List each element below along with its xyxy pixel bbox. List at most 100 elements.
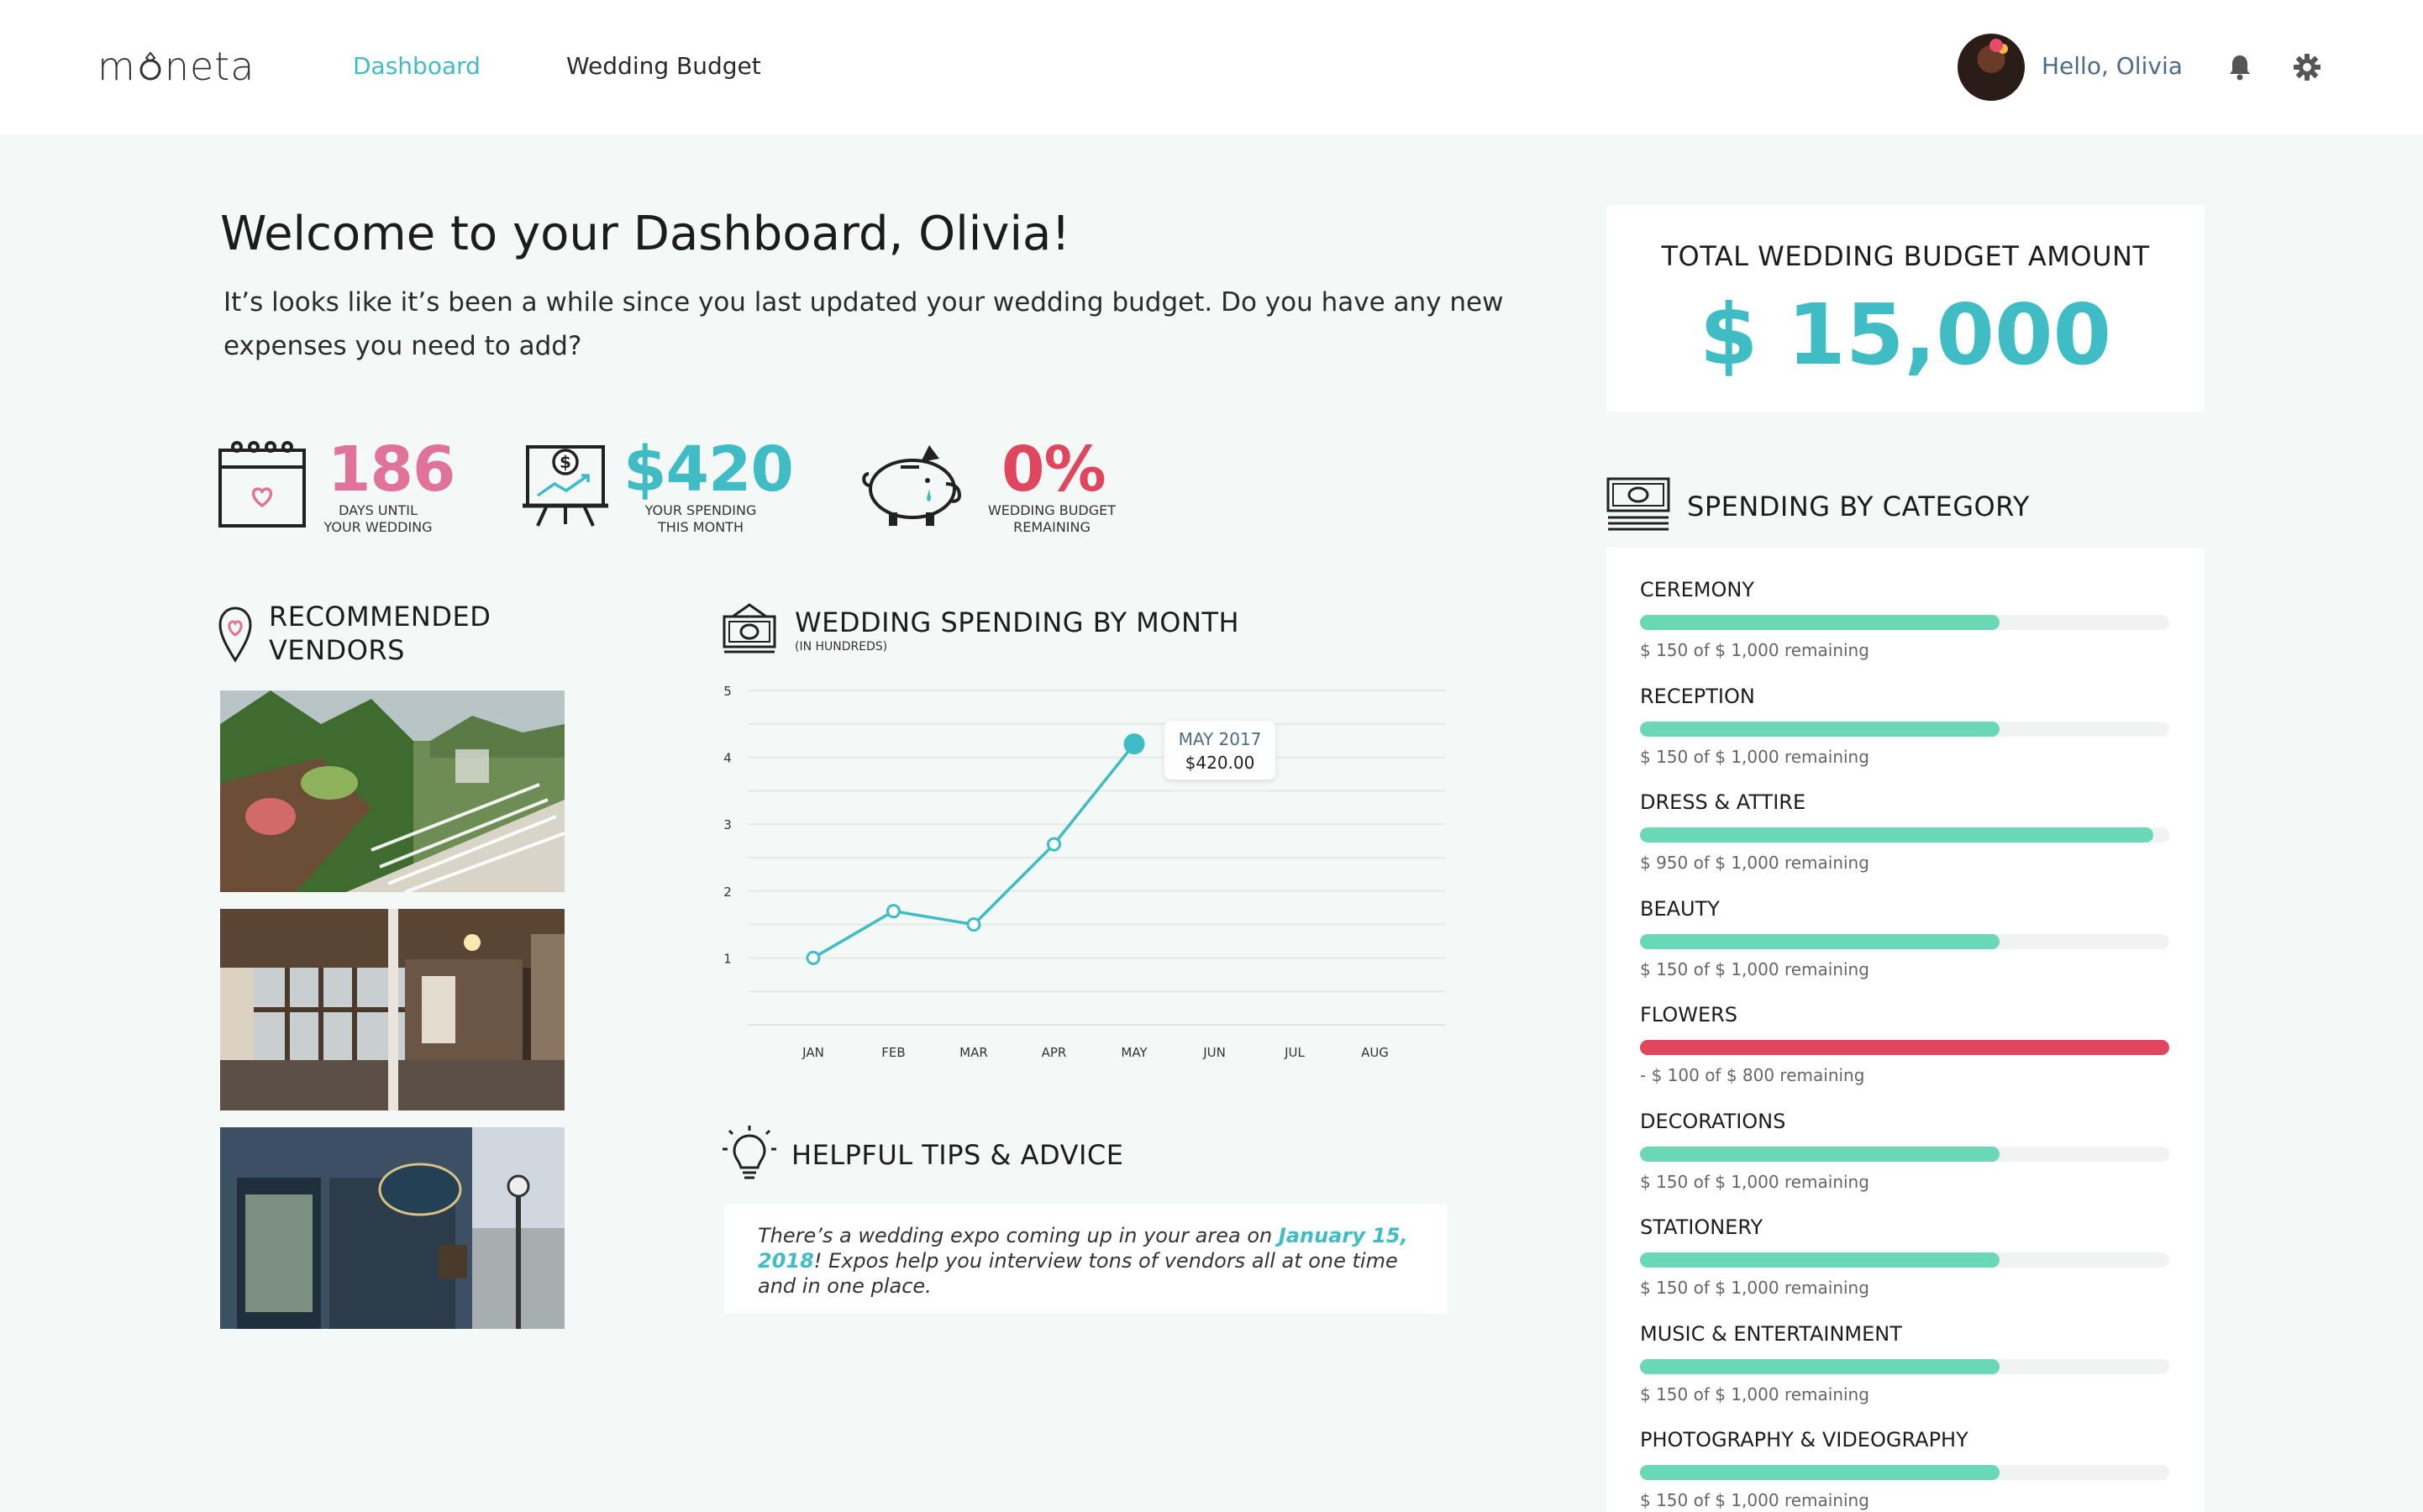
- x-tick-label: JUN: [1202, 1045, 1226, 1060]
- vendor-photo-venue[interactable]: [220, 909, 565, 1110]
- spending-chart-subtitle: (IN HUNDREDS): [795, 640, 888, 654]
- vendor-photo-garden[interactable]: [220, 690, 565, 892]
- category-progress-track: [1640, 1146, 2169, 1162]
- category-remaining: $ 150 of $ 1,000 remaining: [1640, 1278, 1869, 1298]
- category-name: PHOTOGRAPHY & VIDEOGRAPHY: [1640, 1428, 1968, 1452]
- lightbulb-icon: [723, 1126, 776, 1179]
- tip-text-end: ! Expos help you interview tons of vendo…: [758, 1249, 1398, 1298]
- monthly-spending-label: YOUR SPENDING THIS MONTH: [625, 502, 776, 536]
- budget-remaining-value: 0%: [1001, 433, 1106, 506]
- monthly-spending-value: $420: [623, 433, 794, 506]
- category-progress-track: [1640, 1358, 2169, 1374]
- user-avatar[interactable]: [1958, 34, 2025, 101]
- category-item[interactable]: RECEPTION $ 150 of $ 1,000 remaining: [1640, 685, 2169, 767]
- tooltip-month: MAY 2017: [1178, 729, 1262, 749]
- category-item[interactable]: MUSIC & ENTERTAINMENT $ 150 of $ 1,000 re…: [1640, 1322, 2169, 1404]
- spending-line-chart: 1 2 3 4 5 JAN FEB MAR APR MAY JUN JUL AUG: [723, 684, 1445, 1060]
- chart-data-point: [886, 904, 901, 919]
- x-tick-label: MAY: [1121, 1045, 1148, 1060]
- vendor-photo-storefront[interactable]: [220, 1127, 565, 1329]
- category-remaining: $ 150 of $ 1,000 remaining: [1640, 746, 1869, 767]
- category-name: MUSIC & ENTERTAINMENT: [1640, 1321, 1902, 1346]
- category-progress-track: [1640, 721, 2169, 737]
- y-tick-label: 2: [723, 885, 732, 900]
- y-tick-label: 5: [723, 684, 732, 699]
- category-name: DECORATIONS: [1640, 1109, 1786, 1133]
- presentation-dollar-icon: $: [523, 445, 608, 527]
- vendors-title-line1: RECOMMENDED: [269, 601, 491, 633]
- bell-icon[interactable]: [2225, 52, 2255, 82]
- category-name: DRESS & ATTIRE: [1640, 790, 1806, 814]
- category-name: FLOWERS: [1640, 1003, 1738, 1026]
- category-remaining: - $ 100 of $ 800 remaining: [1640, 1065, 1865, 1085]
- y-tick-label: 1: [723, 951, 732, 966]
- category-progress-fill: [1640, 721, 2000, 737]
- nav-dashboard[interactable]: Dashboard: [353, 52, 481, 80]
- logo-text-end: neta: [164, 44, 255, 89]
- category-item[interactable]: FLOWERS - $ 100 of $ 800 remaining: [1640, 1003, 2169, 1085]
- category-remaining: $ 150 of $ 1,000 remaining: [1640, 1171, 1869, 1192]
- total-budget-card: TOTAL WEDDING BUDGET AMOUNT $ 15,000: [1606, 205, 2205, 412]
- category-progress-fill: [1640, 1146, 2000, 1162]
- nav-wedding-budget[interactable]: Wedding Budget: [566, 52, 761, 80]
- category-progress-track: [1640, 933, 2169, 949]
- category-item[interactable]: CEREMONY $ 150 of $ 1,000 remaining: [1640, 578, 2169, 660]
- chart-tooltip: MAY 2017 $420.00: [1164, 721, 1275, 780]
- category-name: STATIONERY: [1640, 1215, 1763, 1239]
- chart-data-point: [1123, 733, 1145, 755]
- category-progress-track: [1640, 615, 2169, 630]
- category-item[interactable]: STATIONERY $ 150 of $ 1,000 remaining: [1640, 1215, 2169, 1298]
- gear-icon[interactable]: [2292, 52, 2322, 82]
- money-bill-icon: [723, 603, 776, 654]
- monthly-spending-label-line1: YOUR SPENDING: [644, 502, 757, 518]
- tip-card: There’s a wedding expo coming up in your…: [724, 1205, 1447, 1314]
- budget-remaining-label: WEDDING BUDGET REMAINING: [976, 502, 1127, 536]
- budget-remaining-label-line2: REMAINING: [1013, 519, 1091, 535]
- vendors-title-line2: VENDORS: [269, 634, 405, 666]
- category-progress-fill: [1640, 827, 2154, 843]
- category-item[interactable]: DRESS & ATTIRE $ 950 of $ 1,000 remaining: [1640, 790, 2169, 873]
- chart-data-point: [806, 950, 821, 965]
- y-tick-label: 3: [723, 817, 732, 832]
- spending-by-category-title: SPENDING BY CATEGORY: [1687, 491, 2030, 522]
- category-list: CEREMONY $ 150 of $ 1,000 remaining RECEPT…: [1606, 548, 2205, 1512]
- monthly-spending-label-line2: THIS MONTH: [658, 519, 744, 535]
- tips-title: HELPFUL TIPS & ADVICE: [791, 1139, 1124, 1171]
- category-progress-track: [1640, 1252, 2169, 1268]
- x-tick-label: AUG: [1361, 1045, 1389, 1060]
- vendors-title: RECOMMENDED VENDORS: [269, 600, 491, 667]
- welcome-message: It’s looks like it’s been a while since …: [223, 287, 1504, 361]
- category-progress-fill: [1640, 1252, 2000, 1268]
- calendar-heart-icon: [218, 441, 306, 528]
- category-progress-fill: [1640, 615, 2000, 630]
- total-budget-label: TOTAL WEDDING BUDGET AMOUNT: [1661, 240, 2150, 272]
- x-tick-label: FEB: [881, 1045, 905, 1060]
- x-tick-label: JAN: [802, 1045, 824, 1060]
- x-tick-label: JUL: [1284, 1045, 1305, 1060]
- x-tick-label: MAR: [959, 1045, 988, 1060]
- moneta-logo[interactable]: m neta: [97, 44, 255, 89]
- category-name: RECEPTION: [1640, 684, 1755, 708]
- days-until-label-line2: YOUR WEDDING: [323, 519, 433, 535]
- category-progress-fill: [1640, 1465, 2000, 1480]
- days-until-label: DAYS UNTIL YOUR WEDDING: [311, 502, 445, 536]
- category-progress-track: [1640, 1040, 2169, 1055]
- category-remaining: $ 150 of $ 1,000 remaining: [1640, 1490, 1869, 1510]
- days-until-label-line1: DAYS UNTIL: [339, 502, 418, 518]
- y-tick-label: 4: [723, 751, 732, 766]
- category-item[interactable]: DECORATIONS $ 150 of $ 1,000 remaining: [1640, 1110, 2169, 1192]
- category-item[interactable]: BEAUTY $ 150 of $ 1,000 remaining: [1640, 897, 2169, 979]
- user-greeting[interactable]: Hello, Olivia: [2042, 52, 2183, 80]
- category-remaining: $ 950 of $ 1,000 remaining: [1640, 853, 1869, 873]
- total-budget-amount: $ 15,000: [1699, 286, 2112, 384]
- days-until-value: 186: [328, 433, 455, 506]
- category-progress-fill: [1640, 1040, 2169, 1055]
- ring-icon: [139, 51, 161, 81]
- category-remaining: $ 150 of $ 1,000 remaining: [1640, 1383, 1869, 1404]
- map-pin-heart-icon: [218, 606, 252, 663]
- svg-text:$: $: [560, 452, 571, 472]
- category-item[interactable]: PHOTOGRAPHY & VIDEOGRAPHY $ 150 of $ 1,00…: [1640, 1428, 2169, 1510]
- page-title: Welcome to your Dashboard, Olivia!: [220, 207, 1070, 261]
- avatar-flower: [1989, 39, 2003, 52]
- category-name: CEREMONY: [1640, 578, 1754, 601]
